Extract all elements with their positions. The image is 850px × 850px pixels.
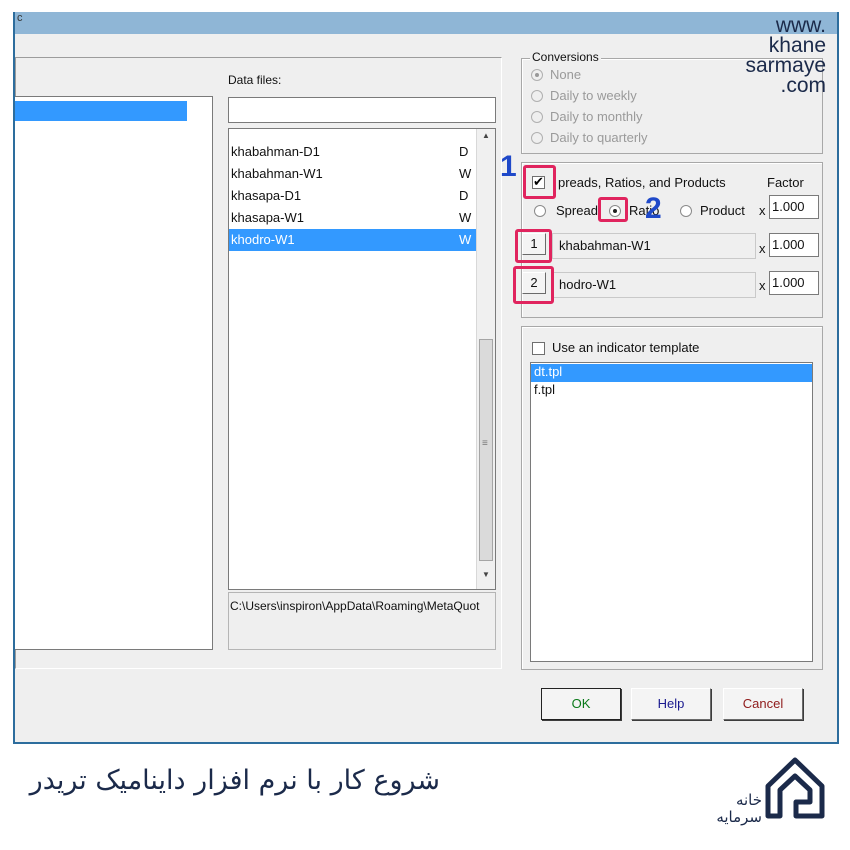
factor-x-1: x bbox=[759, 203, 766, 218]
highlight-checkbox bbox=[523, 165, 556, 199]
data-files-label: Data files: bbox=[228, 73, 282, 87]
highlight-symbol-2 bbox=[513, 266, 554, 304]
product-radio-label: Product bbox=[700, 203, 745, 218]
template-row[interactable]: f.tpl bbox=[531, 382, 812, 400]
path-text: C:\Users\inspiron\AppData\Roaming\MetaQu… bbox=[230, 599, 480, 613]
conversion-radio[interactable] bbox=[531, 90, 543, 102]
cancel-button[interactable]: Cancel bbox=[723, 688, 803, 720]
logo-house-icon bbox=[765, 757, 825, 819]
product-radio[interactable] bbox=[680, 205, 692, 217]
conversion-radio[interactable] bbox=[531, 69, 543, 81]
path-field: C:\Users\inspiron\AppData\Roaming\MetaQu… bbox=[228, 592, 496, 650]
caption: شروع کار با نرم افزار داینامیک تریدر bbox=[29, 765, 440, 796]
spreads-checkbox-label: preads, Ratios, and Products bbox=[558, 175, 726, 190]
callout-1: 1 bbox=[500, 150, 517, 183]
title-fragment: c bbox=[17, 12, 23, 24]
data-file-period: D bbox=[459, 188, 469, 203]
factor-label: Factor bbox=[767, 175, 804, 190]
help-button[interactable]: Help bbox=[631, 688, 711, 720]
data-file-row[interactable]: khasapa-W1 W bbox=[229, 207, 476, 229]
dialog-window: c Data files: khabahman-D1 Dkhabahman-W1 W… bbox=[13, 12, 839, 744]
grip-icon: ≡ bbox=[482, 438, 488, 449]
conversion-radio[interactable] bbox=[531, 111, 543, 123]
data-file-name: khasapa-D1 bbox=[231, 188, 302, 203]
scroll-down-arrow-icon[interactable]: ▼ bbox=[482, 570, 490, 579]
ok-button[interactable]: OK bbox=[541, 688, 621, 720]
data-file-name: khabahman-W1 bbox=[231, 166, 323, 181]
conversion-radio[interactable] bbox=[531, 132, 543, 144]
highlight-ratio-radio bbox=[598, 197, 628, 222]
factor-input-3[interactable]: 1.000 bbox=[769, 271, 819, 295]
data-file-row[interactable]: khodro-W1 W bbox=[229, 229, 476, 251]
conversion-radio-label: Daily to quarterly bbox=[550, 130, 648, 145]
factor-input-2[interactable]: 1.000 bbox=[769, 233, 819, 257]
data-file-row[interactable]: khabahman-W1 W bbox=[229, 163, 476, 185]
factor-input-1[interactable]: 1.000 bbox=[769, 195, 819, 219]
spread-radio[interactable] bbox=[534, 205, 546, 217]
data-file-name: khasapa-W1 bbox=[231, 210, 304, 225]
data-files-scrollbar[interactable]: ▲ ≡ ▼ bbox=[476, 129, 495, 589]
data-file-name: khodro-W1 bbox=[231, 232, 295, 247]
factor-x-2: x bbox=[759, 241, 766, 256]
highlight-symbol-1 bbox=[515, 229, 552, 263]
symbol-2-field[interactable]: hodro-W1 bbox=[552, 272, 756, 298]
spread-radio-label: Spread bbox=[556, 203, 598, 218]
data-file-period: W bbox=[459, 232, 472, 247]
scroll-up-arrow-icon[interactable]: ▲ bbox=[482, 131, 490, 140]
watermark: www. khane sarmaye .com bbox=[745, 14, 826, 97]
symbols-list[interactable] bbox=[15, 96, 213, 650]
data-file-period: W bbox=[459, 210, 472, 225]
data-files-list[interactable]: khabahman-D1 Dkhabahman-W1 Wkhasapa-D1 Dkha… bbox=[228, 128, 496, 590]
symbols-list-selected-row[interactable] bbox=[15, 101, 187, 121]
data-file-period: W bbox=[459, 166, 472, 181]
scroll-thumb[interactable]: ≡ bbox=[479, 339, 493, 561]
logo-text: خانه سرمایه bbox=[716, 791, 762, 826]
factor-x-3: x bbox=[759, 278, 766, 293]
template-checkbox-label: Use an indicator template bbox=[552, 340, 700, 355]
data-file-period: D bbox=[459, 144, 469, 159]
conversion-radio-label: Daily to weekly bbox=[550, 88, 637, 103]
template-row[interactable]: dt.tpl bbox=[531, 364, 812, 382]
template-list[interactable]: dt.tpl f.tpl bbox=[530, 362, 813, 662]
symbol-1-field[interactable]: khabahman-W1 bbox=[552, 233, 756, 259]
conversion-radio-label: None bbox=[550, 67, 582, 82]
data-files-search-input[interactable] bbox=[228, 97, 496, 123]
conversion-radio-label: Daily to monthly bbox=[550, 109, 643, 124]
callout-2: 2 bbox=[645, 192, 662, 225]
data-file-row[interactable]: khabahman-D1 D bbox=[229, 141, 476, 163]
template-checkbox[interactable] bbox=[532, 342, 545, 355]
conversions-title: Conversions bbox=[530, 50, 601, 64]
data-file-name: khabahman-D1 bbox=[231, 144, 320, 159]
data-file-row[interactable]: khasapa-D1 D bbox=[229, 185, 476, 207]
